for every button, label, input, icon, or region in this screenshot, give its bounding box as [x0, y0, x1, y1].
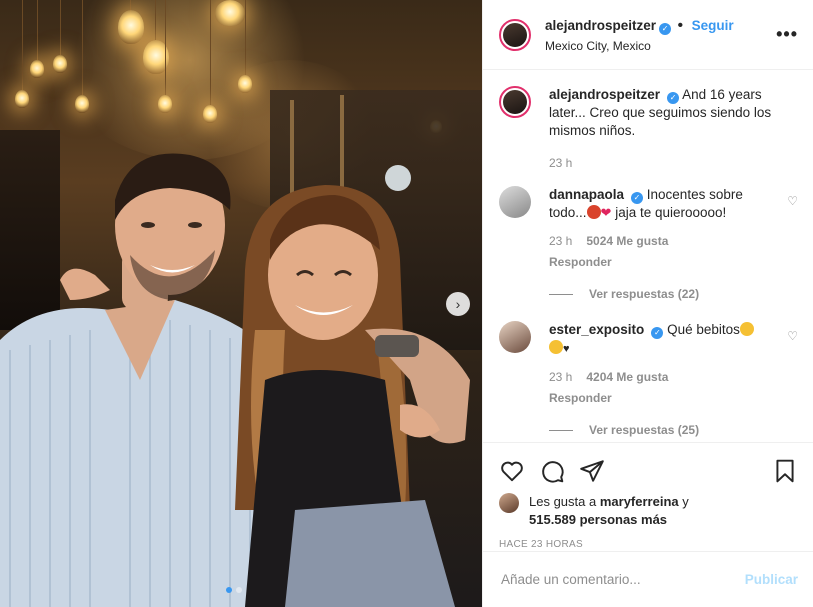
crying-face-emoji-icon [739, 322, 754, 336]
bulb-wire [22, 0, 23, 90]
carousel-dot-active [226, 587, 232, 593]
woman-figure [235, 185, 470, 607]
comment-like-count[interactable]: 5024 Me gusta [586, 232, 668, 250]
bulb [203, 105, 217, 123]
comment-bubble-icon[interactable] [539, 458, 565, 484]
bulb [15, 90, 29, 108]
comment-time[interactable]: 23 h [549, 232, 572, 250]
comment: ester_exposito ✓ Qué bebitos ♥ 23 h 4204 … [499, 321, 798, 439]
view-replies-label: Ver respuestas (22) [589, 287, 700, 301]
bulb-wire [82, 0, 83, 95]
devil-emoji-icon [586, 205, 601, 219]
view-replies-label: Ver respuestas (25) [589, 423, 700, 437]
caption-author-avatar[interactable] [499, 86, 531, 118]
reply-button[interactable]: Responder [549, 389, 779, 407]
comment-text-end: jaja te quierooooo! [611, 205, 727, 220]
separator-dot: • [677, 16, 684, 34]
save-bookmark-icon[interactable] [772, 458, 798, 484]
comments-section[interactable]: alejandrospeitzer ✓ And 16 years later...… [483, 70, 813, 442]
bulb-wire [155, 0, 156, 40]
verified-badge-icon: ✓ [667, 92, 680, 104]
commenter-avatar[interactable] [499, 321, 531, 353]
bulb [118, 10, 144, 44]
bulb-wire [165, 0, 166, 95]
verified-badge-icon: ✓ [651, 327, 664, 339]
verified-badge-icon: ✓ [631, 192, 644, 204]
caption-time[interactable]: 23 h [549, 154, 572, 172]
commenter-username[interactable]: ester_exposito [549, 322, 644, 337]
likes-prefix: Les gusta a [529, 494, 597, 509]
follow-button[interactable]: Seguir [692, 18, 734, 33]
like-comment-heart-icon[interactable]: ♡ [787, 194, 798, 208]
comment-time[interactable]: 23 h [549, 368, 572, 386]
caption-author-username[interactable]: alejandrospeitzer [549, 87, 660, 102]
like-heart-icon[interactable] [499, 458, 525, 484]
bulb-wire [210, 0, 211, 105]
publish-button[interactable]: Publicar [745, 572, 798, 587]
carousel-indicator [226, 587, 242, 593]
post-side-panel: alejandrospeitzer ✓ • Seguir Mexico City,… [482, 0, 813, 607]
caption: alejandrospeitzer ✓ And 16 years later...… [499, 86, 798, 172]
carousel-next-button[interactable]: › [446, 292, 470, 316]
liker-avatar[interactable] [499, 493, 519, 513]
bulb [215, 0, 245, 26]
bulb-wire [37, 0, 38, 60]
comment-input[interactable] [499, 571, 745, 588]
likes-connector: y [682, 494, 689, 509]
comment-text: Qué bebitos [667, 322, 740, 337]
chevron-right-icon: › [455, 296, 461, 312]
crying-face-emoji-icon [549, 340, 563, 354]
like-comment-heart-icon[interactable]: ♡ [787, 329, 798, 343]
author-info: alejandrospeitzer ✓ • Seguir Mexico City,… [545, 17, 776, 53]
post-actions: Les gusta a maryferreina y 515.589 perso… [483, 442, 813, 550]
share-send-icon[interactable] [579, 458, 605, 484]
view-replies-button[interactable]: Ver respuestas (25) [549, 421, 779, 439]
commenter-avatar[interactable] [499, 186, 531, 218]
add-comment-bar: Publicar [483, 551, 813, 607]
black-heart-emoji-icon: ♥ [563, 343, 570, 355]
post-photo[interactable]: › [0, 0, 482, 607]
likes-summary[interactable]: Les gusta a maryferreina y 515.589 perso… [499, 493, 798, 529]
comment: dannapaola ✓ Inocentes sobre todo... ❤ jaj… [499, 186, 798, 303]
carousel-dot [236, 587, 242, 593]
more-options-icon[interactable]: ••• [776, 24, 798, 45]
bulb [53, 55, 67, 73]
view-replies-button[interactable]: Ver respuestas (22) [549, 285, 779, 303]
bulb [30, 60, 44, 78]
post-header: alejandrospeitzer ✓ • Seguir Mexico City,… [483, 0, 813, 70]
heart-emoji-icon: ❤ [600, 205, 612, 220]
author-avatar[interactable] [499, 18, 531, 51]
bulb [75, 95, 89, 113]
post-location[interactable]: Mexico City, Mexico [545, 39, 776, 53]
instagram-post-view: › alejandrospeitzer ✓ • Seguir Mexico Cit… [0, 0, 813, 607]
liker-username[interactable]: maryferreina [600, 494, 679, 509]
reply-button[interactable]: Responder [549, 253, 779, 271]
commenter-username[interactable]: dannapaola [549, 187, 624, 202]
comment-like-count[interactable]: 4204 Me gusta [586, 368, 668, 386]
bulb-wire [60, 0, 61, 55]
author-username[interactable]: alejandrospeitzer [545, 18, 656, 33]
bulb-wire [245, 0, 246, 75]
verified-badge-icon: ✓ [659, 22, 672, 35]
post-time-ago[interactable]: HACE 23 HORAS [499, 539, 798, 550]
bulb [238, 75, 252, 93]
bulb [158, 95, 172, 113]
likes-others[interactable]: 515.589 personas más [529, 512, 667, 527]
